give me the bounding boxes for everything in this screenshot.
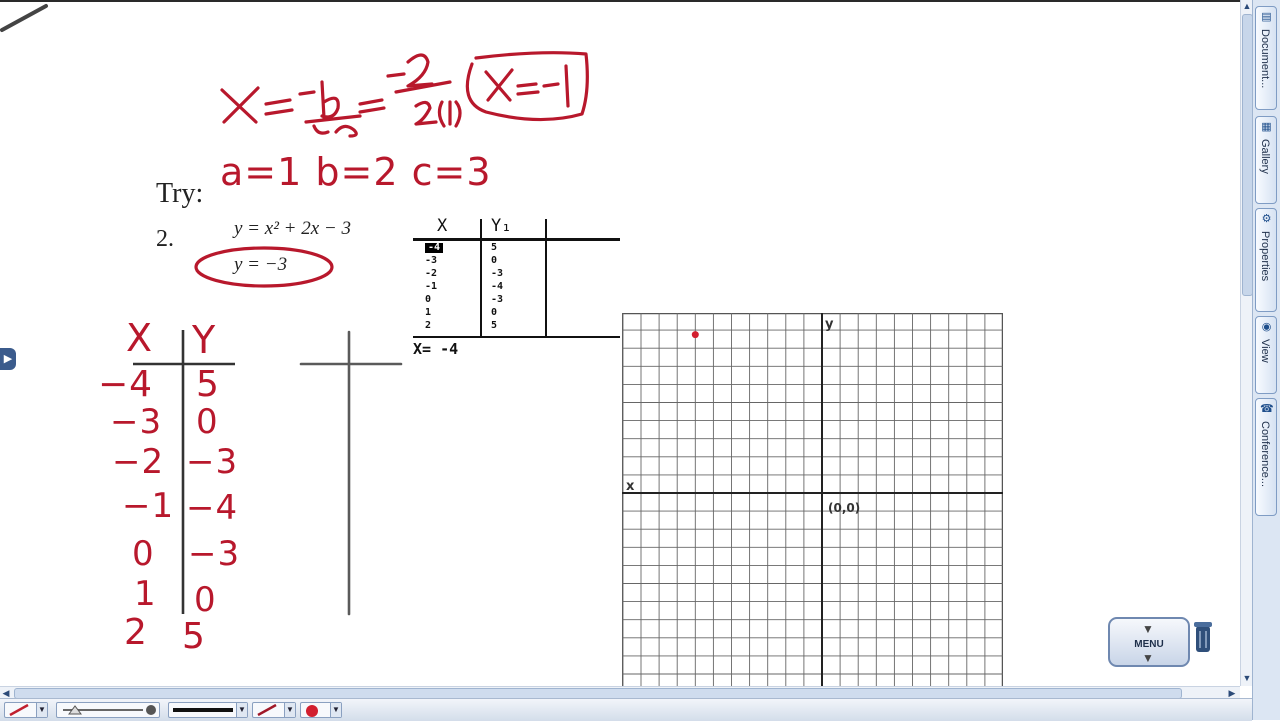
t-chart-y-4: −3 xyxy=(188,534,241,574)
calc-footer: X= -4 xyxy=(413,340,459,358)
pen-tool-dropdown-icon[interactable]: ▼ xyxy=(36,703,47,717)
coordinate-grid[interactable]: y x (0,0) xyxy=(622,313,1003,689)
t-chart-y-1: 0 xyxy=(196,402,219,442)
bottom-toolbar: ▼ ▼ ▼ ▼ xyxy=(0,698,1252,721)
highlighter-dropdown-icon[interactable]: ▼ xyxy=(284,703,295,717)
color-dropdown-icon[interactable]: ▼ xyxy=(330,703,341,717)
calc-x-cell: -1 xyxy=(425,281,438,292)
try-label: Try: xyxy=(156,178,204,209)
calc-x-cell: 1 xyxy=(425,307,432,318)
properties-icon: ⚙ xyxy=(1261,213,1272,225)
gallery-icon: ▦ xyxy=(1261,121,1272,133)
calc-y-cell: 0 xyxy=(491,307,498,318)
calc-x-cell: -4 xyxy=(425,243,444,253)
color-button[interactable]: ▼ xyxy=(300,702,342,718)
tab-gallery-label: Gallery xyxy=(1259,139,1271,174)
plotted-point xyxy=(691,331,699,339)
highlighter-icon xyxy=(257,704,277,716)
t-chart-y-2: −3 xyxy=(186,442,239,482)
problem-number: 2. xyxy=(156,226,174,252)
tab-document-label: Document... xyxy=(1259,29,1271,89)
pen-tool-button[interactable]: ▼ xyxy=(4,702,48,718)
calc-y-cell: 5 xyxy=(491,242,498,253)
tab-gallery[interactable]: ▦ Gallery xyxy=(1255,116,1277,204)
calc-y-cell: 0 xyxy=(491,255,498,266)
t-chart-y-3: −4 xyxy=(186,488,239,528)
t-chart-x-2: −2 xyxy=(112,442,165,482)
tab-properties-label: Properties xyxy=(1259,231,1271,282)
t-chart-y-5: 0 xyxy=(194,580,217,620)
view-icon: ◉ xyxy=(1261,321,1272,333)
calc-column-divider-1 xyxy=(480,219,482,336)
tab-document[interactable]: ▤ Document... xyxy=(1255,6,1277,110)
right-sidebar: ▤ Document... ▦ Gallery ⚙ Properties ◉ V… xyxy=(1252,0,1280,720)
menu-up-arrow-icon: ▼ xyxy=(1142,622,1154,636)
calc-y-cell: -3 xyxy=(491,294,504,305)
highlighter-button[interactable]: ▼ xyxy=(252,702,296,718)
handwriting-coefficients: a=1 b=2 c=3 xyxy=(220,150,492,194)
calc-header-rule xyxy=(413,238,620,241)
tab-conference[interactable]: ☎ Conference... xyxy=(1255,398,1277,516)
answer-circle xyxy=(194,246,334,288)
pen-width-slider[interactable] xyxy=(56,702,160,718)
tab-view[interactable]: ◉ View xyxy=(1255,316,1277,394)
pen-stroke-corner xyxy=(0,4,48,32)
calc-x-cell: -3 xyxy=(425,255,438,266)
document-icon: ▤ xyxy=(1261,11,1272,23)
calc-x-cell: -2 xyxy=(425,268,438,279)
calc-x-cell: 2 xyxy=(425,320,432,331)
t-chart-x-3: −1 xyxy=(122,486,175,526)
line-style-icon xyxy=(173,708,233,712)
t-chart-y-0: 5 xyxy=(196,364,220,405)
calculator-table: X Y₁ -4 5 -3 0 -2 -3 -1 -4 0 -3 1 0 2 5 X= -4 xyxy=(413,216,620,358)
tab-properties[interactable]: ⚙ Properties xyxy=(1255,208,1277,312)
y-axis-label: y xyxy=(825,317,834,332)
equation-text: y = x² + 2x − 3 xyxy=(234,218,351,239)
calc-header-x: X xyxy=(437,216,448,236)
t-chart-x-5: 1 xyxy=(134,574,157,614)
t-chart-x-0: −4 xyxy=(98,364,154,405)
t-chart-header-y: Y xyxy=(192,318,217,362)
color-dot-icon xyxy=(306,705,318,717)
conference-icon: ☎ xyxy=(1260,403,1274,415)
calc-x-cell: 0 xyxy=(425,294,432,305)
tab-view-label: View xyxy=(1259,339,1271,363)
t-chart-x-6: 2 xyxy=(124,612,148,653)
calc-header-y1: Y₁ xyxy=(491,216,512,236)
slider-icon xyxy=(63,705,156,715)
calc-y-cell: -3 xyxy=(491,268,504,279)
calc-y-cell: 5 xyxy=(491,320,498,331)
x-axis-label: x xyxy=(626,479,635,494)
whiteboard-canvas[interactable]: a=1 b=2 c=3 Try: 2. y = x² + 2x − 3 y = … xyxy=(0,0,1240,689)
line-style-button[interactable]: ▼ xyxy=(168,702,248,718)
menu-button[interactable]: ▼ MENU ▼ xyxy=(1108,617,1190,667)
pen-icon xyxy=(9,704,29,716)
calc-bottom-rule xyxy=(413,336,620,338)
t-chart-y-6: 5 xyxy=(182,616,206,657)
tab-conference-label: Conference... xyxy=(1259,421,1271,488)
calc-y-cell: -4 xyxy=(491,281,504,292)
grid-border xyxy=(622,313,1003,689)
handwriting-vertex-formula xyxy=(220,51,589,138)
calc-column-divider-2 xyxy=(545,219,547,336)
expand-panel-arrow-icon[interactable]: ▶ xyxy=(0,348,16,370)
menu-button-label: MENU xyxy=(1134,639,1164,650)
t-chart-header-x: X xyxy=(126,316,154,360)
origin-label: (0,0) xyxy=(828,501,860,515)
t-chart-x-1: −3 xyxy=(110,402,163,442)
line-style-dropdown-icon[interactable]: ▼ xyxy=(236,703,247,717)
t-chart-x-4: 0 xyxy=(132,534,155,574)
trash-icon[interactable] xyxy=(1193,620,1213,654)
menu-down-arrow-icon: ▼ xyxy=(1142,651,1154,665)
